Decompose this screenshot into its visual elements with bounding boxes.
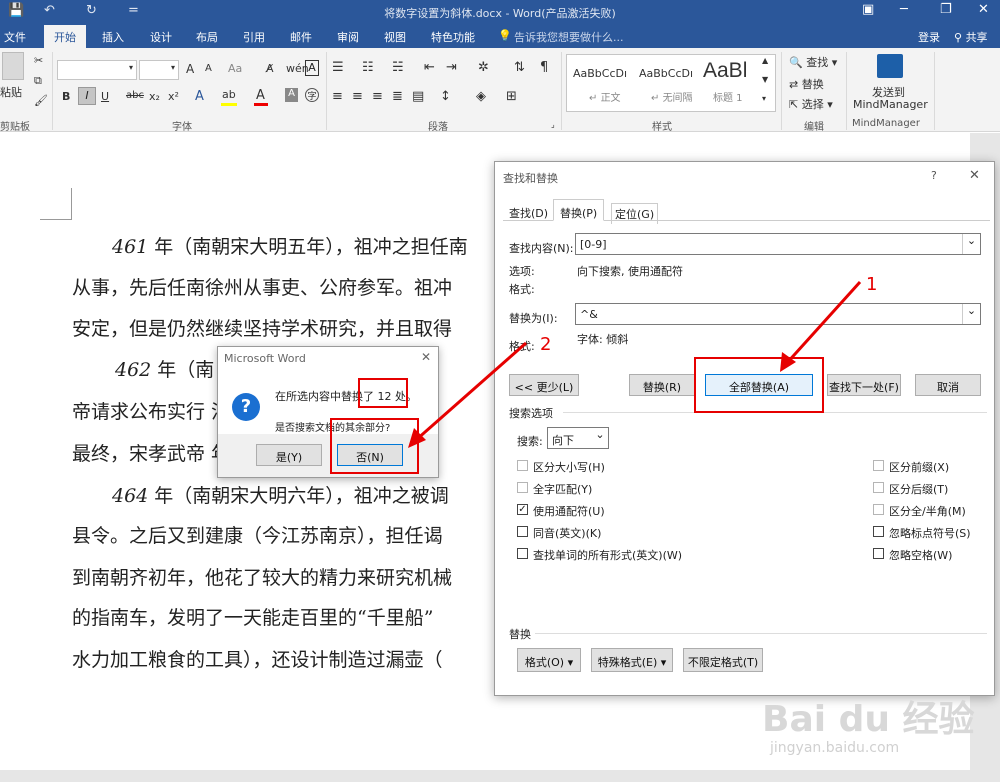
arrow-2-head bbox=[408, 428, 426, 448]
watermark-logo: Bai du 经验 bbox=[762, 699, 975, 740]
watermark-url: jingyan.baidu.com bbox=[770, 740, 900, 756]
annotation-arrows bbox=[408, 280, 862, 448]
arrow-2-line bbox=[415, 341, 527, 442]
arrow-1-line bbox=[784, 280, 862, 366]
